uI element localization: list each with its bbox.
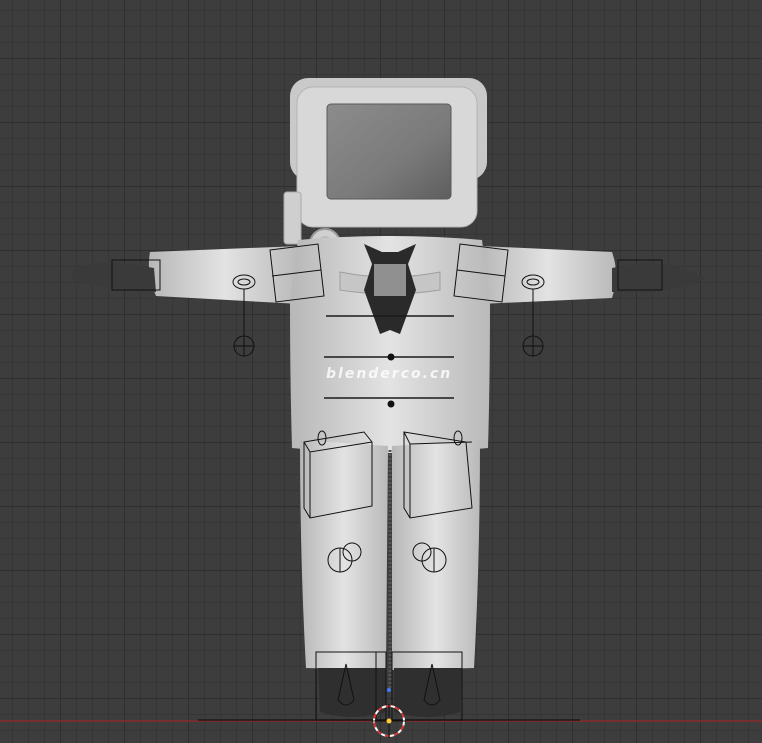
3d-viewport[interactable]: blenderco.cn [0,0,762,743]
glove-right[interactable] [612,259,706,292]
monitor-head[interactable] [283,78,487,260]
torso[interactable] [290,236,490,453]
watermark-text: blenderco.cn [326,366,453,382]
glove-left[interactable] [72,259,161,292]
